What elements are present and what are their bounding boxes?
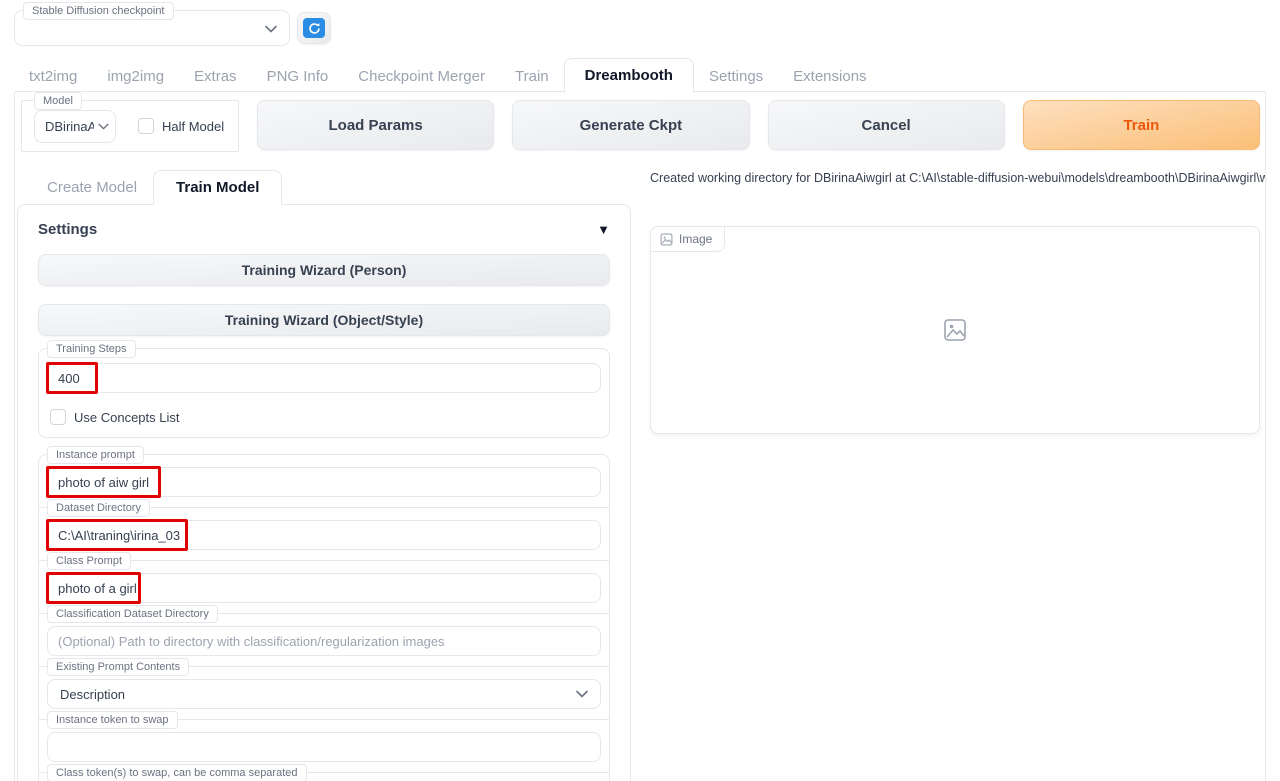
stable-diffusion-checkpoint-select[interactable]: Stable Diffusion checkpoint xyxy=(14,2,290,46)
model-subtab-bar: Create Model Train Model xyxy=(31,164,283,205)
chevron-down-icon xyxy=(98,123,109,130)
class-tokens-to-swap-label: Class token(s) to swap, can be comma sep… xyxy=(47,764,307,781)
half-model-label: Half Model xyxy=(162,118,225,134)
load-params-button[interactable]: Load Params xyxy=(257,100,495,150)
refresh-icon xyxy=(303,18,325,38)
tab-train[interactable]: Train xyxy=(500,61,564,92)
model-fieldset-legend: Model xyxy=(34,92,82,110)
training-steps-group: Training Steps Use Concepts List xyxy=(38,340,610,438)
use-concepts-list-checkbox[interactable] xyxy=(50,409,66,425)
class-prompt-input[interactable] xyxy=(47,573,601,603)
cancel-button[interactable]: Cancel xyxy=(767,100,1005,150)
settings-accordion-header[interactable]: Settings ▼ xyxy=(38,221,610,238)
dataset-directory-input[interactable] xyxy=(47,520,601,550)
tab-png-info[interactable]: PNG Info xyxy=(252,61,344,92)
model-select[interactable]: DBirinaA xyxy=(34,109,116,143)
class-tokens-to-swap-field: Class token(s) to swap, can be comma sep… xyxy=(39,764,609,781)
generate-ckpt-button[interactable]: Generate Ckpt xyxy=(512,100,750,150)
dataset-directory-label: Dataset Directory xyxy=(47,499,150,517)
instance-token-to-swap-input[interactable] xyxy=(47,732,601,762)
tab-img2img[interactable]: img2img xyxy=(92,61,179,92)
existing-prompt-contents-value: Description xyxy=(60,686,126,702)
image-output-label: Image xyxy=(651,227,726,252)
model-fieldset: Model DBirinaA Half Model xyxy=(21,92,239,152)
main-tab-bar: txt2img img2img Extras PNG Info Checkpoi… xyxy=(14,58,882,93)
class-prompt-label: Class Prompt xyxy=(47,552,132,570)
tab-create-model[interactable]: Create Model xyxy=(31,171,153,204)
tab-dreambooth[interactable]: Dreambooth xyxy=(563,58,694,93)
train-model-panel: Settings ▼ Training Wizard (Person) Trai… xyxy=(17,204,631,781)
image-output-panel: Image xyxy=(650,226,1260,434)
classification-dataset-directory-label: Classification Dataset Directory xyxy=(47,605,218,623)
half-model-checkbox[interactable] xyxy=(138,118,154,134)
instance-prompt-label: Instance prompt xyxy=(47,446,144,464)
checkpoint-select-label: Stable Diffusion checkpoint xyxy=(23,2,174,20)
settings-accordion-title: Settings xyxy=(38,221,98,238)
tab-extensions[interactable]: Extensions xyxy=(778,61,881,92)
existing-prompt-contents-label: Existing Prompt Contents xyxy=(47,658,190,676)
existing-prompt-contents-select[interactable]: Description xyxy=(47,679,601,709)
tab-txt2img[interactable]: txt2img xyxy=(14,61,92,92)
refresh-checkpoints-button[interactable] xyxy=(297,12,331,44)
chevron-down-icon xyxy=(265,25,277,33)
training-wizard-object-button[interactable]: Training Wizard (Object/Style) xyxy=(38,304,610,336)
training-wizard-person-button[interactable]: Training Wizard (Person) xyxy=(38,254,610,286)
use-concepts-list-label: Use Concepts List xyxy=(74,409,180,425)
instance-prompt-input[interactable] xyxy=(47,467,601,497)
tab-checkpoint-merger[interactable]: Checkpoint Merger xyxy=(343,61,500,92)
instance-token-to-swap-label: Instance token to swap xyxy=(47,711,178,729)
status-text: Created working directory for DBirinaAiw… xyxy=(650,171,1266,185)
chevron-down-icon xyxy=(576,690,588,698)
image-placeholder-icon xyxy=(944,319,966,341)
tab-train-model[interactable]: Train Model xyxy=(153,170,283,205)
image-icon xyxy=(660,233,673,245)
training-steps-label: Training Steps xyxy=(47,340,136,358)
train-button[interactable]: Train xyxy=(1022,100,1260,150)
training-steps-input[interactable] xyxy=(47,363,601,393)
model-header-row: Model DBirinaA Half Model Load Params Ge… xyxy=(21,92,1260,152)
image-output-label-text: Image xyxy=(679,232,713,246)
model-select-value: DBirinaA xyxy=(45,118,94,134)
dreambooth-panel: Model DBirinaA Half Model Load Params Ge… xyxy=(14,91,1266,781)
tab-settings[interactable]: Settings xyxy=(694,61,778,92)
accordion-arrow-icon: ▼ xyxy=(597,222,610,237)
classification-dataset-directory-input[interactable] xyxy=(47,626,601,656)
prompt-fields-group: Instance prompt Dataset Directory Class … xyxy=(38,446,610,781)
tab-extras[interactable]: Extras xyxy=(179,61,252,92)
